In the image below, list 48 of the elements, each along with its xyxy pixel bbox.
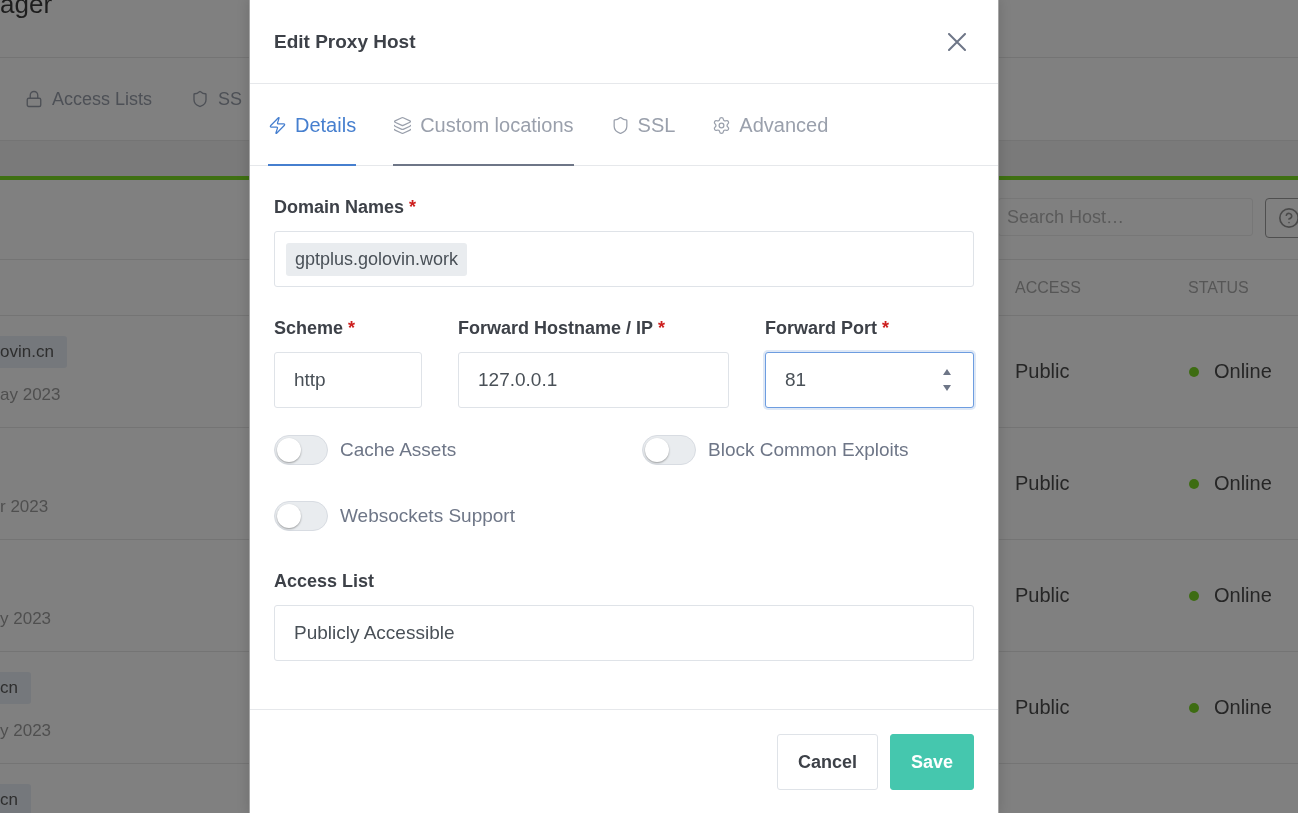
switch-label: Cache Assets — [340, 439, 457, 461]
shield-icon — [191, 90, 210, 108]
lightning-icon — [268, 115, 287, 135]
required-mark: * — [348, 317, 356, 339]
help-button[interactable] — [1265, 198, 1298, 238]
tab[interactable]: Details — [268, 84, 357, 166]
status-dot-icon — [1189, 702, 1199, 713]
number-field[interactable]: 81 — [765, 352, 974, 408]
field-label: Forward Hostname / IP — [458, 317, 654, 339]
status-text: Online — [1214, 696, 1272, 719]
modal-title: Edit Proxy Host — [274, 30, 416, 53]
cancel-button[interactable]: Cancel — [776, 734, 878, 790]
spinner-arrows-icon[interactable] — [943, 369, 951, 391]
required-mark: * — [409, 196, 417, 218]
domain-tag: cn — [0, 784, 31, 813]
help-icon — [1278, 207, 1298, 229]
required-mark: * — [658, 317, 666, 339]
toggle-switch[interactable] — [642, 435, 696, 465]
lock-icon — [25, 90, 43, 108]
access-text: Public — [1015, 472, 1070, 495]
field-label: Scheme — [274, 317, 344, 339]
access-text: Public — [1015, 584, 1070, 607]
status-dot-icon — [1189, 366, 1199, 377]
switch-label: Websockets Support — [340, 505, 515, 527]
toggle-switch[interactable] — [274, 501, 328, 531]
status-text: Online — [1214, 360, 1272, 383]
domain-input-field[interactable]: gptplus.golovin.work — [274, 231, 974, 287]
domain-tag: ovin.cn — [0, 336, 67, 368]
access-text: Public — [1015, 696, 1070, 719]
switch-label: Block Common Exploits — [708, 439, 909, 461]
status-dot-icon — [1189, 478, 1199, 489]
text-field[interactable]: http — [274, 352, 422, 408]
status-text: Online — [1214, 472, 1272, 495]
layers-icon — [393, 115, 413, 135]
gear-icon — [712, 115, 732, 135]
domain-chip[interactable]: gptplus.golovin.work — [286, 242, 468, 276]
required-mark: * — [882, 317, 890, 339]
text-field[interactable]: 127.0.0.1 — [458, 352, 729, 408]
close-icon[interactable] — [948, 32, 966, 51]
status-text: Online — [1214, 584, 1272, 607]
access-text: Public — [1015, 360, 1070, 383]
field-label: Access List — [274, 570, 375, 592]
status-dot-icon — [1189, 590, 1199, 601]
field-label: Forward Port — [765, 317, 877, 339]
input-field[interactable]: Publicly Accessible — [274, 605, 974, 661]
toggle-switch[interactable] — [274, 435, 328, 465]
domain-tag: cn — [0, 672, 31, 704]
field-label: Domain Names — [274, 196, 405, 218]
